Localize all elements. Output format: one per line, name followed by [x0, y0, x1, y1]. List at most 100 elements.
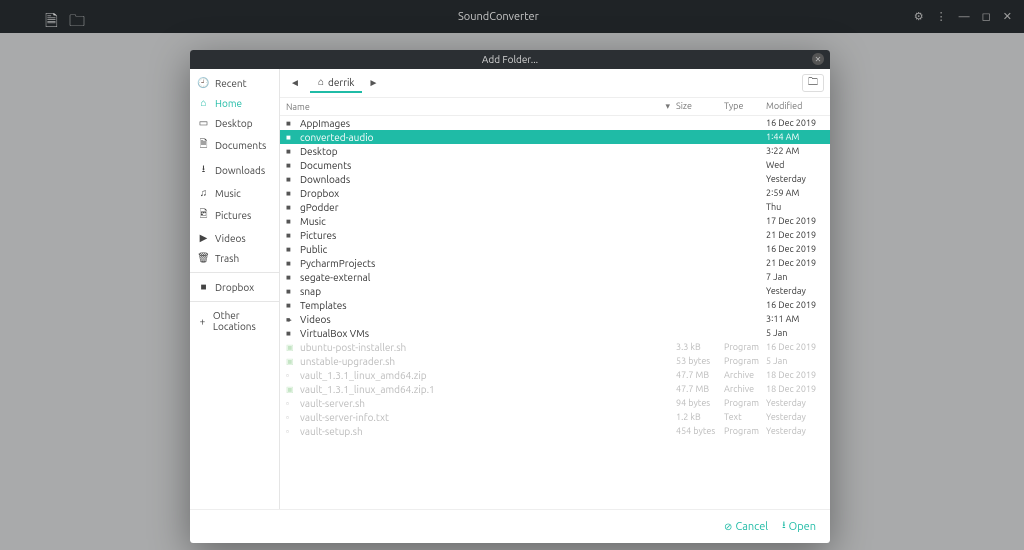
file-size: 454 bytes — [676, 426, 724, 436]
file-name: converted-audio — [300, 132, 676, 143]
file-row[interactable]: gPodderThu — [280, 200, 830, 214]
file-row[interactable]: DocumentsWed — [280, 158, 830, 172]
sidebar-item-recent[interactable]: 🕘Recent — [190, 73, 279, 93]
file-row[interactable]: Dropbox 2∶59 AM — [280, 186, 830, 200]
file-modified: Yesterday — [766, 286, 824, 296]
file-row: vault-setup.sh454 bytesProgramYesterday — [280, 424, 830, 438]
sidebar-item-videos[interactable]: ▶Videos — [190, 228, 279, 248]
file-dialog: Add Folder... ✕ 🕘Recent⌂Home▭Desktop🗎Doc… — [190, 50, 830, 543]
file-modified: 3∶11 AM — [766, 314, 824, 325]
file-row[interactable]: Music17 Dec 2019 — [280, 214, 830, 228]
close-icon[interactable]: ✕ — [1003, 10, 1012, 23]
forward-button[interactable]: ► — [364, 74, 382, 92]
breadcrumb-label: derrik — [328, 77, 354, 88]
dialog-title: Add Folder... — [482, 54, 538, 65]
file-row[interactable]: converted-audio 1∶44 AM — [280, 130, 830, 144]
file-row[interactable]: PycharmProjects 21 Dec 2019 — [280, 256, 830, 270]
file-size: 47.7 MB — [676, 370, 724, 380]
file-row: vault-server.sh94 bytesProgramYesterday — [280, 396, 830, 410]
add-file-icon[interactable]: 🗎 — [45, 10, 59, 24]
file-row[interactable]: AppImages 16 Dec 2019 — [280, 116, 830, 130]
sidebar-label: Pictures — [215, 210, 251, 221]
file-modified: Yesterday — [766, 412, 824, 422]
file-row[interactable]: segate-external7 Jan — [280, 270, 830, 284]
file-name: Music — [300, 216, 676, 227]
file-name: Public — [300, 244, 676, 255]
file-modified: 16 Dec 2019 — [766, 342, 824, 352]
folder-icon — [286, 258, 300, 268]
file-size: 53 bytes — [676, 356, 724, 366]
folder-icon — [286, 230, 300, 240]
cancel-button[interactable]: ⊘Cancel — [724, 518, 768, 535]
sidebar-item-downloads[interactable]: ⭳Downloads — [190, 158, 279, 183]
path-bar: ◄ ⌂ derrik ► 🗀 — [280, 69, 830, 98]
column-headers[interactable]: Name▾ Size Type Modified — [280, 98, 830, 116]
app-title: SoundConverter — [83, 11, 914, 23]
file-type: Program — [724, 398, 766, 408]
sidebar-label: Music — [215, 188, 241, 199]
file-name: Desktop — [300, 146, 676, 157]
sort-icon: ▾ — [665, 101, 670, 112]
open-button[interactable]: ⭳Open — [782, 518, 816, 535]
file-size: 1.2 kB — [676, 412, 724, 422]
app-header: 🗎 🗀 SoundConverter ⚙ ⋮ — ◻ ✕ — [0, 0, 1024, 33]
folder-icon — [286, 118, 300, 128]
sidebar-icon: ■ — [198, 281, 209, 293]
more-icon[interactable]: ⋮ — [936, 10, 947, 23]
file-name: Downloads — [300, 174, 676, 185]
sidebar-item-desktop[interactable]: ▭Desktop — [190, 113, 279, 133]
file-name: AppImages — [300, 118, 676, 129]
dialog-title-bar: Add Folder... ✕ — [190, 50, 830, 69]
sidebar-item-home[interactable]: ⌂Home — [190, 93, 279, 113]
folder-icon — [286, 202, 300, 212]
folder-icon — [286, 174, 300, 184]
open-icon: ⭳ — [782, 518, 786, 535]
file-modified: 1∶44 AM — [766, 132, 824, 143]
file-modified: 2∶59 AM — [766, 188, 824, 199]
file-name: ubuntu-post-installer.sh — [300, 342, 676, 353]
file-row[interactable]: Templates16 Dec 2019 — [280, 298, 830, 312]
sidebar-item-pictures[interactable]: 🖻Pictures — [190, 203, 279, 228]
file-row[interactable]: Public 16 Dec 2019 — [280, 242, 830, 256]
file-row: vault_1.3.1_linux_amd64.zip.147.7 MBArch… — [280, 382, 830, 396]
file-row[interactable]: snapYesterday — [280, 284, 830, 298]
file-name: Templates — [300, 300, 676, 311]
file-row[interactable]: VirtualBox VMs5 Jan — [280, 326, 830, 340]
file-icon — [286, 412, 300, 422]
file-modified: 16 Dec 2019 — [766, 118, 824, 128]
add-folder-icon[interactable]: 🗀 — [69, 10, 83, 24]
sidebar-label: Home — [215, 98, 242, 109]
menu-icon[interactable]: ⚙ — [914, 10, 924, 23]
file-list[interactable]: AppImages 16 Dec 2019 converted-audio 1∶44 … — [280, 116, 830, 509]
file-modified: 7 Jan — [766, 272, 824, 282]
file-name: Dropbox — [300, 188, 676, 199]
file-row[interactable]: Pictures21 Dec 2019 — [280, 228, 830, 242]
file-modified: 16 Dec 2019 — [766, 244, 824, 254]
file-size: 94 bytes — [676, 398, 724, 408]
folder-icon — [286, 244, 300, 254]
file-modified: 21 Dec 2019 — [766, 230, 824, 240]
dialog-close-icon[interactable]: ✕ — [812, 53, 824, 65]
sidebar-item-music[interactable]: ♫Music — [190, 183, 279, 203]
sidebar-item-dropbox[interactable]: ■Dropbox — [190, 277, 279, 297]
sidebar-item-trash[interactable]: 🗑Trash — [190, 248, 279, 268]
minimize-icon[interactable]: — — [959, 11, 970, 23]
maximize-icon[interactable]: ◻ — [982, 10, 991, 23]
sidebar-item-documents[interactable]: 🗎Documents — [190, 133, 279, 158]
file-row[interactable]: DownloadsYesterday — [280, 172, 830, 186]
file-modified: 5 Jan — [766, 356, 824, 366]
back-button[interactable]: ◄ — [286, 74, 304, 92]
file-row[interactable]: Desktop3∶22 AM — [280, 144, 830, 158]
sidebar-item-other-locations[interactable]: +Other Locations — [190, 306, 279, 336]
file-icon — [286, 398, 300, 408]
new-folder-button[interactable]: 🗀 — [802, 74, 824, 92]
file-name: PycharmProjects — [300, 258, 676, 269]
sidebar-icon: 🗑 — [198, 252, 209, 264]
file-row[interactable]: Videos3∶11 AM — [280, 312, 830, 326]
file-type: Archive — [724, 384, 766, 394]
sidebar-icon: ⭳ — [198, 162, 209, 179]
file-row: vault_1.3.1_linux_amd64.zip47.7 MBArchiv… — [280, 368, 830, 382]
file-row: unstable-upgrader.sh53 bytesProgram5 Jan — [280, 354, 830, 368]
file-modified: 21 Dec 2019 — [766, 258, 824, 268]
breadcrumb-current[interactable]: ⌂ derrik — [310, 73, 362, 93]
